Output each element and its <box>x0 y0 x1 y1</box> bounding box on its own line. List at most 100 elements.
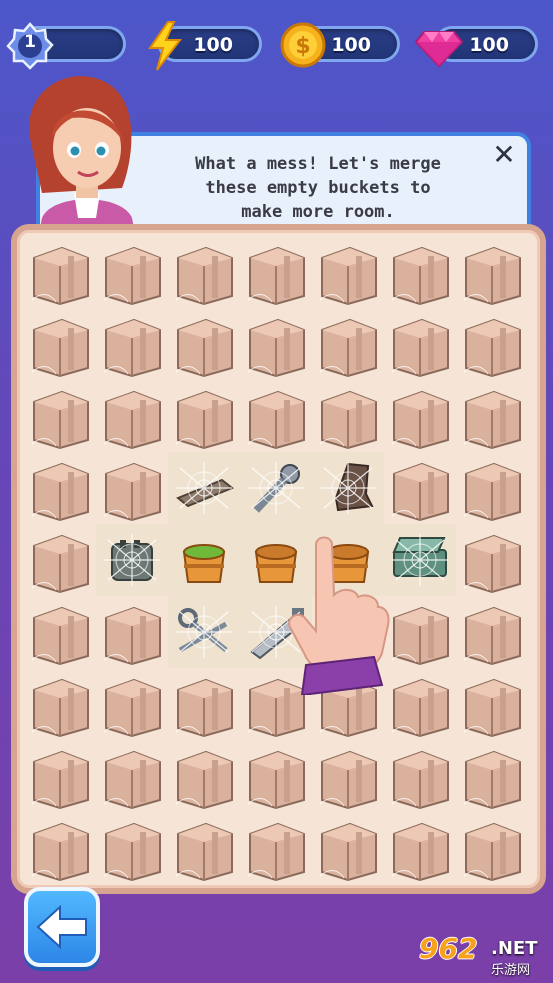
box-icon <box>175 246 233 306</box>
box-icon <box>247 822 305 882</box>
box-icon <box>463 678 521 738</box>
locked-box-cell[interactable] <box>168 740 240 812</box>
locked-box-cell[interactable] <box>384 596 456 668</box>
locked-box-cell[interactable] <box>312 812 384 884</box>
locked-box-cell[interactable] <box>384 740 456 812</box>
locked-box-cell[interactable] <box>96 812 168 884</box>
box-icon <box>319 318 377 378</box>
box-icon <box>463 534 521 594</box>
locked-box-cell[interactable] <box>168 308 240 380</box>
locked-box-cell[interactable] <box>312 668 384 740</box>
locked-box-cell[interactable] <box>96 308 168 380</box>
locked-box-cell[interactable] <box>168 812 240 884</box>
item-cell-keys[interactable] <box>168 596 240 668</box>
locked-box-cell[interactable] <box>384 308 456 380</box>
item-cell-toaster[interactable] <box>96 524 168 596</box>
box-icon <box>463 822 521 882</box>
item-cell-bucket-empty[interactable] <box>312 524 384 596</box>
box-icon <box>463 750 521 810</box>
top-hud: 1 100 100 $ 100 <box>0 18 553 74</box>
dialog-text: What a mess! Let's merge these empty buc… <box>168 152 468 224</box>
box-icon <box>463 606 521 666</box>
locked-box-cell[interactable] <box>96 740 168 812</box>
locked-box-cell[interactable] <box>168 236 240 308</box>
locked-box-cell[interactable] <box>24 452 96 524</box>
screw-icon <box>248 462 304 514</box>
watermark-number: 962 <box>419 932 478 965</box>
item-cell-screw[interactable] <box>240 452 312 524</box>
box-icon <box>175 678 233 738</box>
locked-box-cell[interactable] <box>384 236 456 308</box>
box-icon <box>31 318 89 378</box>
locked-box-cell[interactable] <box>168 668 240 740</box>
locked-box-cell[interactable] <box>456 524 528 596</box>
locked-box-cell[interactable] <box>24 596 96 668</box>
arrow-left-icon <box>36 904 87 950</box>
locked-box-cell[interactable] <box>456 308 528 380</box>
locked-box-cell[interactable] <box>240 236 312 308</box>
locked-box-cell[interactable] <box>96 668 168 740</box>
box-icon <box>103 462 161 522</box>
locked-box-cell[interactable] <box>456 452 528 524</box>
locked-box-cell[interactable] <box>24 812 96 884</box>
locked-box-cell[interactable] <box>456 236 528 308</box>
locked-box-cell[interactable] <box>456 740 528 812</box>
locked-box-cell[interactable] <box>24 524 96 596</box>
locked-box-cell[interactable] <box>456 380 528 452</box>
locked-box-cell[interactable] <box>240 812 312 884</box>
locked-box-cell[interactable] <box>312 596 384 668</box>
watermark-net: .NET <box>491 938 538 959</box>
locked-box-cell[interactable] <box>96 236 168 308</box>
bucket-green-icon <box>182 544 226 583</box>
box-icon <box>103 678 161 738</box>
box-icon <box>103 606 161 666</box>
locked-box-cell[interactable] <box>24 308 96 380</box>
locked-box-cell[interactable] <box>456 668 528 740</box>
item-cell-stove[interactable] <box>384 524 456 596</box>
item-cell-bucket-empty[interactable] <box>240 524 312 596</box>
locked-box-cell[interactable] <box>24 668 96 740</box>
locked-box-cell[interactable] <box>384 668 456 740</box>
item-cell-plank[interactable] <box>168 452 240 524</box>
locked-box-cell[interactable] <box>96 596 168 668</box>
locked-box-cell[interactable] <box>24 740 96 812</box>
locked-box-cell[interactable] <box>240 668 312 740</box>
level-badge[interactable]: 1 <box>6 22 54 70</box>
locked-box-cell[interactable] <box>312 740 384 812</box>
locked-box-cell[interactable] <box>96 380 168 452</box>
locked-box-cell[interactable] <box>24 236 96 308</box>
box-icon <box>463 246 521 306</box>
box-icon <box>319 678 377 738</box>
locked-box-cell[interactable] <box>384 452 456 524</box>
locked-box-cell[interactable] <box>24 380 96 452</box>
locked-box-cell[interactable] <box>96 452 168 524</box>
box-icon <box>391 390 449 450</box>
locked-box-cell[interactable] <box>240 380 312 452</box>
item-cell-saw[interactable] <box>240 596 312 668</box>
locked-box-cell[interactable] <box>312 380 384 452</box>
locked-box-cell[interactable] <box>384 380 456 452</box>
locked-box-cell[interactable] <box>240 740 312 812</box>
bucket-empty-icon <box>326 544 370 583</box>
close-button[interactable]: ✕ <box>491 141 517 169</box>
item-cell-boot[interactable] <box>312 452 384 524</box>
locked-box-cell[interactable] <box>384 812 456 884</box>
boot-icon <box>320 462 376 514</box>
locked-box-cell[interactable] <box>456 812 528 884</box>
dialog-line-2: these empty buckets to <box>205 178 431 198</box>
box-icon <box>31 678 89 738</box>
toaster-icon <box>104 534 160 586</box>
board-grid <box>24 236 528 884</box>
locked-box-cell[interactable] <box>168 380 240 452</box>
box-icon <box>391 462 449 522</box>
back-button[interactable] <box>24 887 100 967</box>
box-icon <box>247 246 305 306</box>
locked-box-cell[interactable] <box>312 236 384 308</box>
coin-value: 100 <box>331 34 371 56</box>
box-icon <box>247 678 305 738</box>
locked-box-cell[interactable] <box>312 308 384 380</box>
locked-box-cell[interactable] <box>456 596 528 668</box>
locked-box-cell[interactable] <box>240 308 312 380</box>
box-icon <box>31 750 89 810</box>
item-cell-bucket-green[interactable] <box>168 524 240 596</box>
